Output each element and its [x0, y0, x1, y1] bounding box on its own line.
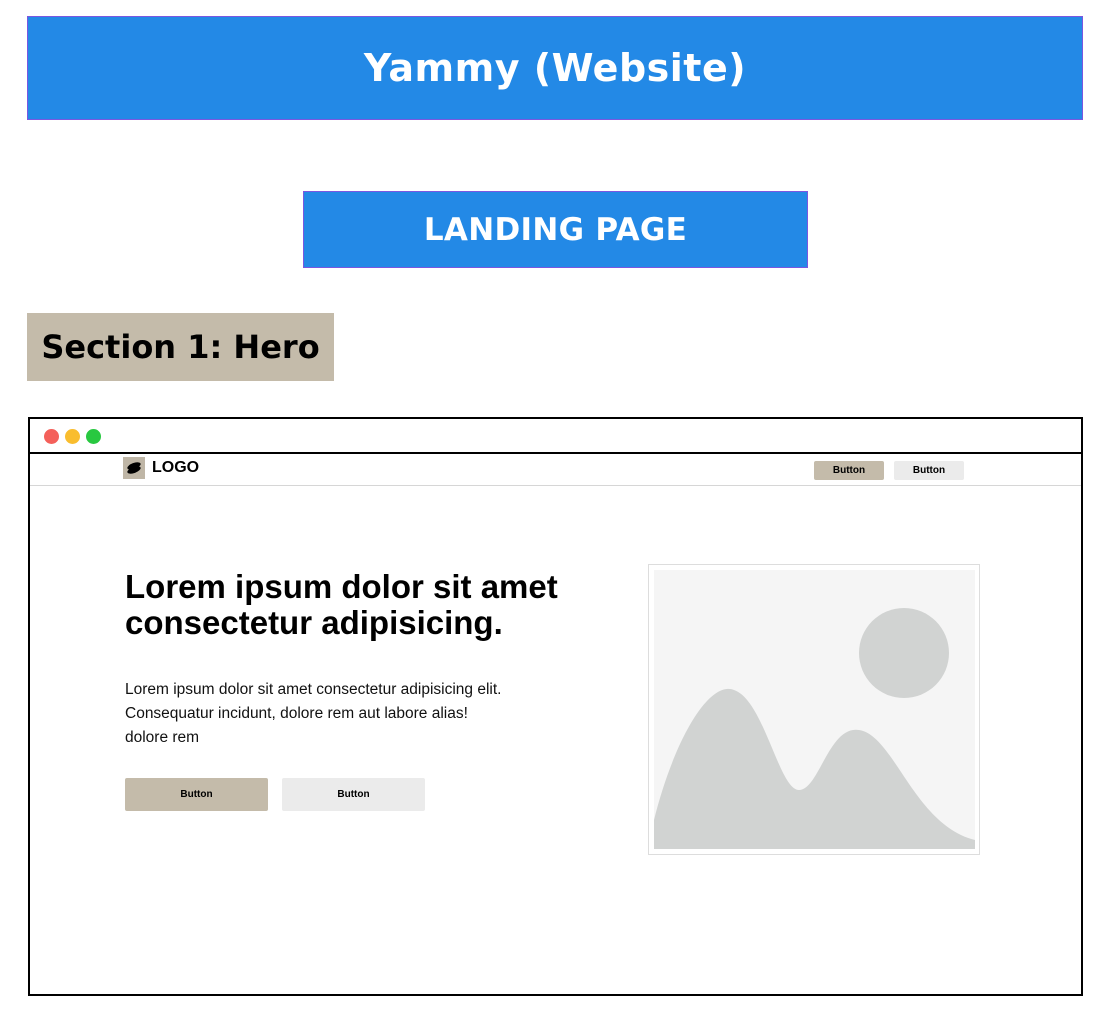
logo-icon[interactable] [123, 457, 145, 479]
hero-body-text: Lorem ipsum dolor sit amet consectetur a… [125, 681, 502, 746]
section-label: Section 1: Hero [27, 313, 334, 381]
project-title: Yammy (Website) [363, 46, 747, 90]
minimize-window-icon[interactable] [65, 429, 80, 444]
hero-secondary-button[interactable]: Button [282, 778, 425, 811]
site-navbar: LOGO Button Button [30, 454, 1081, 486]
hero-image-placeholder [648, 564, 980, 855]
browser-titlebar [30, 419, 1081, 454]
hero-heading: Lorem ipsum dolor sit amet consectetur a… [125, 568, 558, 641]
page-name: LANDING PAGE [423, 211, 688, 248]
image-placeholder-icon [654, 570, 975, 849]
close-window-icon[interactable] [44, 429, 59, 444]
browser-mockup: LOGO Button Button Lorem ipsum dolor sit… [28, 417, 1083, 996]
nav-secondary-button[interactable]: Button [894, 461, 964, 480]
logo-text[interactable]: LOGO [152, 459, 199, 477]
hero-primary-button[interactable]: Button [125, 778, 268, 811]
maximize-window-icon[interactable] [86, 429, 101, 444]
section-title: Section 1: Hero [41, 328, 320, 366]
nav-primary-button[interactable]: Button [814, 461, 884, 480]
page-name-banner: LANDING PAGE [303, 191, 808, 268]
project-title-banner: Yammy (Website) [27, 16, 1083, 120]
